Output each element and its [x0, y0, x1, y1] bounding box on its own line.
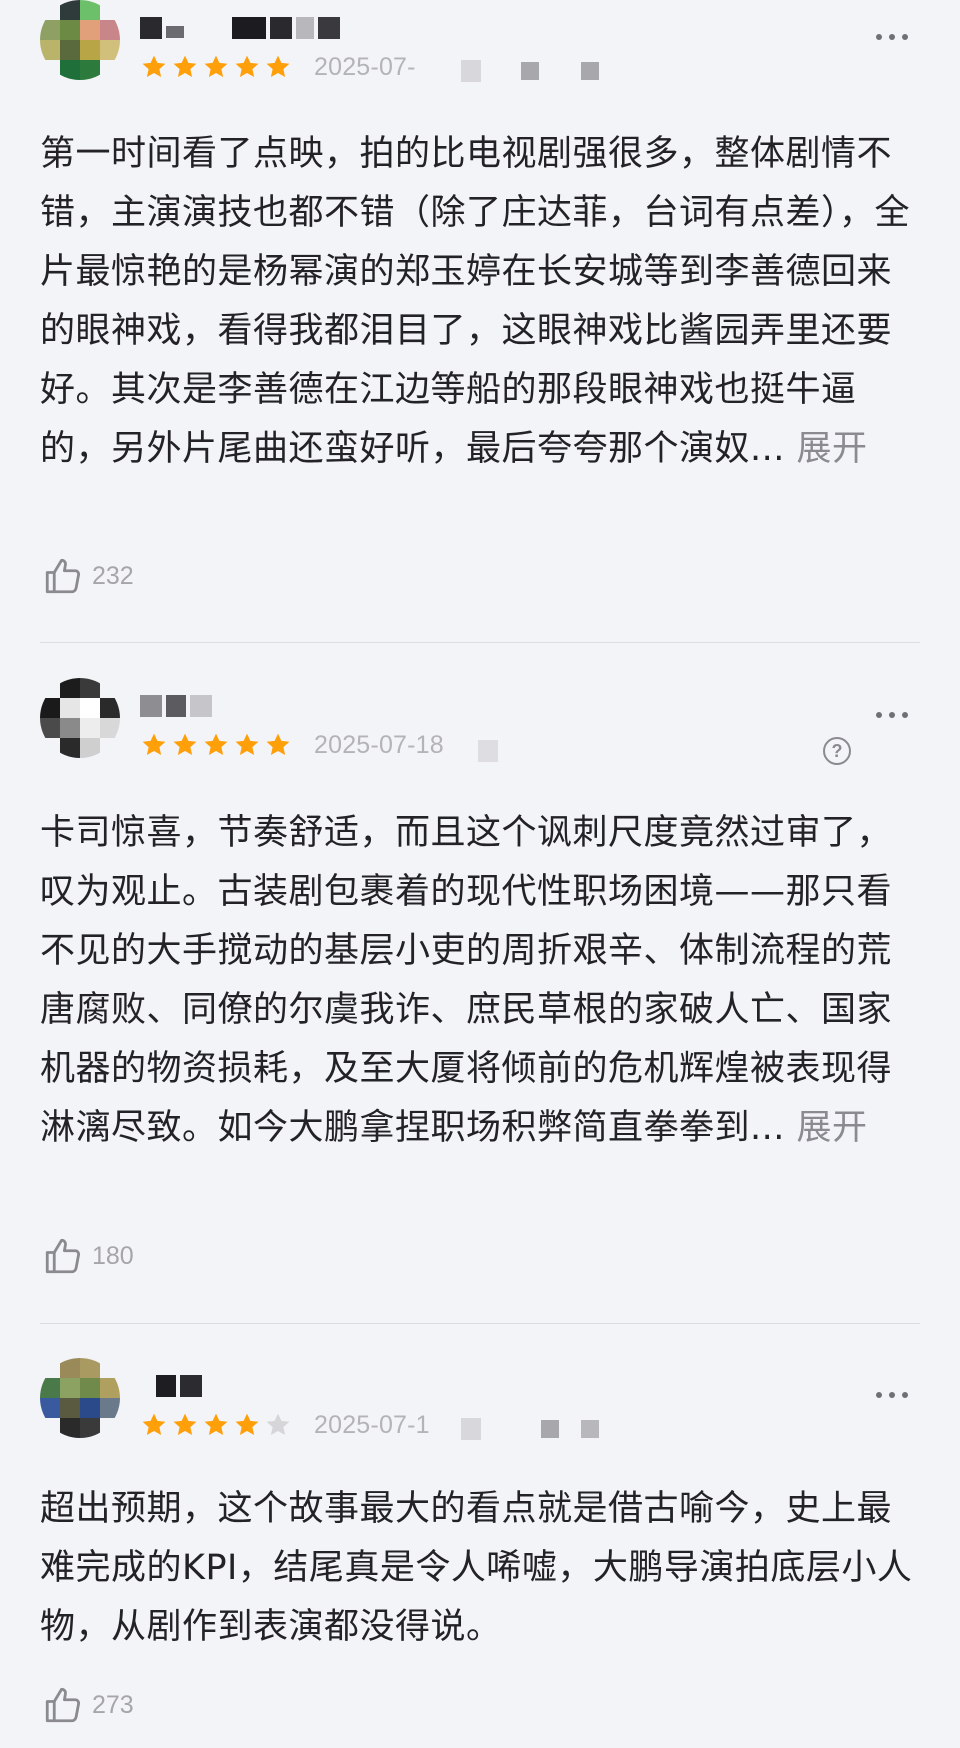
- star-filled-icon: [266, 55, 290, 78]
- avatar[interactable]: [40, 678, 120, 758]
- review-date: 2025-07-: [314, 53, 416, 81]
- review-date: 2025-07-18: [314, 731, 444, 759]
- star-filled-icon: [204, 733, 228, 756]
- review-text-content: 第一时间看了点映，拍的比电视剧强很多，整体剧情不错，主演演技也都不错（除了庄达菲…: [40, 134, 911, 469]
- rating-stars: [140, 1408, 292, 1442]
- star-filled-icon: [235, 55, 259, 78]
- like-count: 273: [92, 1690, 134, 1719]
- review-date: 2025-07-1: [314, 1411, 430, 1439]
- star-filled-icon: [173, 1413, 197, 1436]
- redacted-block: [521, 62, 539, 80]
- review-text: 超出预期，这个故事最大的看点就是借古喻今，史上最难完成的KPI，结尾真是令人唏嘘…: [40, 1480, 920, 1657]
- expand-link[interactable]: 展开: [797, 429, 868, 469]
- star-filled-icon: [173, 55, 197, 78]
- review-text: 第一时间看了点映，拍的比电视剧强很多，整体剧情不错，主演演技也都不错（除了庄达菲…: [40, 125, 920, 479]
- avatar[interactable]: [40, 1358, 120, 1438]
- rating-stars: [140, 728, 292, 762]
- review-text: 卡司惊喜，节奏舒适，而且这个讽刺尺度竟然过审了，叹为观止。古装剧包裹着的现代性职…: [40, 804, 920, 1158]
- star-filled-icon: [204, 1413, 228, 1436]
- like-button[interactable]: 232: [42, 555, 134, 597]
- more-dots-icon[interactable]: [876, 712, 908, 718]
- more-dots-icon[interactable]: [876, 1392, 908, 1398]
- thumbs-up-icon: [42, 555, 84, 597]
- rating-stars: [140, 50, 292, 84]
- username-redacted[interactable]: [140, 692, 212, 720]
- star-filled-icon: [204, 55, 228, 78]
- star-filled-icon: [235, 733, 259, 756]
- redacted-block: [581, 1420, 599, 1438]
- more-dots-icon[interactable]: [876, 34, 908, 40]
- review-text-content: 超出预期，这个故事最大的看点就是借古喻今，史上最难完成的KPI，结尾真是令人唏嘘…: [40, 1489, 913, 1647]
- username-redacted[interactable]: [140, 14, 340, 42]
- redacted-block: [478, 740, 498, 762]
- redacted-block: [461, 60, 481, 82]
- like-button[interactable]: 180: [42, 1235, 134, 1277]
- question-circle-icon[interactable]: ?: [823, 737, 851, 765]
- avatar[interactable]: [40, 0, 120, 80]
- username-redacted[interactable]: [140, 1372, 202, 1400]
- star-filled-icon: [235, 1413, 259, 1436]
- expand-link[interactable]: 展开: [797, 1108, 868, 1148]
- divider: [40, 642, 920, 643]
- thumbs-up-icon: [42, 1235, 84, 1277]
- star-filled-icon: [266, 733, 290, 756]
- review-text-content: 卡司惊喜，节奏舒适，而且这个讽刺尺度竟然过审了，叹为观止。古装剧包裹着的现代性职…: [40, 813, 893, 1148]
- star-filled-icon: [142, 1413, 166, 1436]
- star-filled-icon: [142, 733, 166, 756]
- review-feed: 2025-07- 第一时间看了点映，拍的比电视剧强很多，整体剧情不错，主演演技也…: [0, 0, 960, 1748]
- redacted-block: [581, 62, 599, 80]
- star-filled-icon: [142, 55, 166, 78]
- redacted-block: [541, 1420, 559, 1438]
- like-count: 180: [92, 1241, 134, 1270]
- thumbs-up-icon: [42, 1684, 84, 1726]
- star-empty-icon: [266, 1413, 290, 1436]
- redacted-block: [461, 1418, 481, 1440]
- divider: [40, 1323, 920, 1324]
- like-button[interactable]: 273: [42, 1684, 134, 1726]
- star-filled-icon: [173, 733, 197, 756]
- like-count: 232: [92, 561, 134, 590]
